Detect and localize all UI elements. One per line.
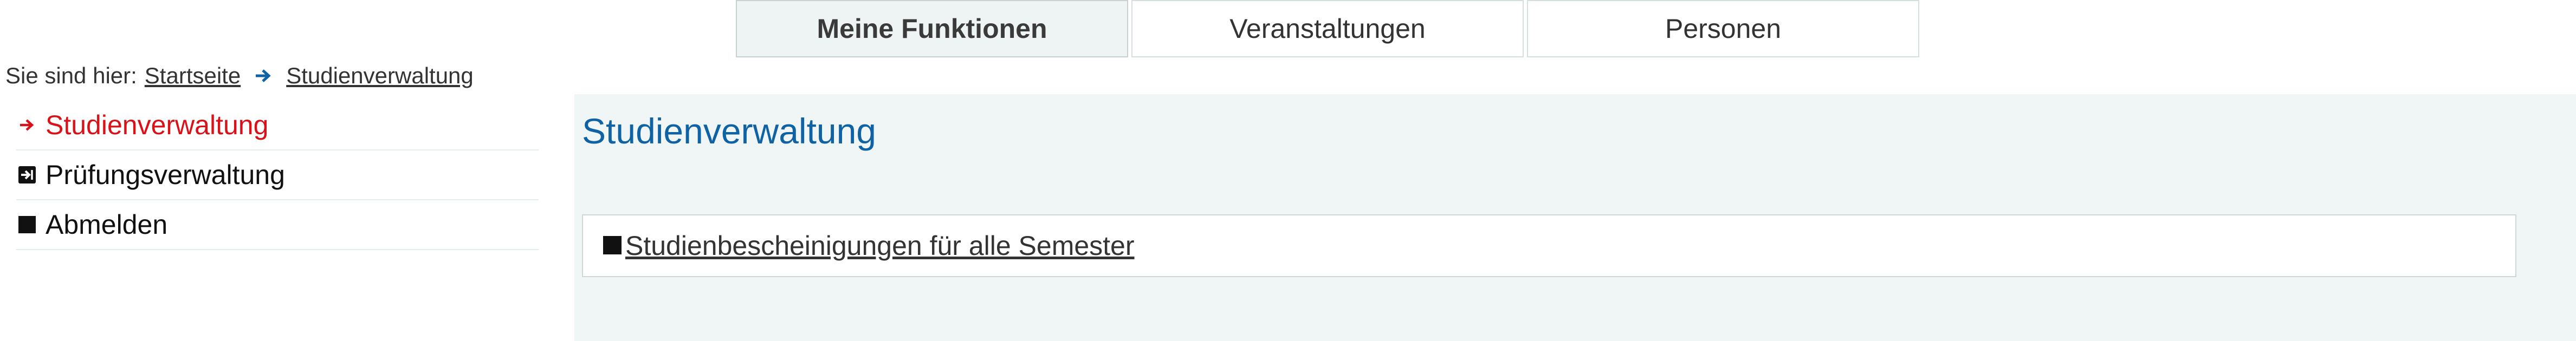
breadcrumb-link-startseite[interactable]: Startseite [145, 63, 241, 89]
tab-veranstaltungen[interactable]: Veranstaltungen [1131, 0, 1524, 57]
sidebar-item-label: Abmelden [46, 209, 168, 240]
sidebar-item-label: Studienverwaltung [46, 110, 269, 140]
tab-label: Meine Funktionen [817, 14, 1047, 44]
top-tab-bar: Meine Funktionen Veranstaltungen Persone… [736, 0, 1919, 57]
sidebar-item-pruefungsverwaltung[interactable]: Prüfungsverwaltung [16, 150, 539, 200]
breadcrumb-prefix: Sie sind hier: [5, 63, 137, 88]
link-list-item: Studienbescheinigungen für alle Semester [582, 214, 2516, 277]
sidebar-item-studienverwaltung[interactable]: Studienverwaltung [16, 101, 539, 150]
arrow-right-icon [254, 66, 273, 86]
breadcrumb: Sie sind hier: Startseite Studienverwalt… [5, 61, 474, 91]
main-content: Studienverwaltung Studienbescheinigungen… [574, 94, 2576, 341]
tab-label: Veranstaltungen [1229, 14, 1426, 44]
sidebar-item-abmelden[interactable]: Abmelden [16, 200, 539, 250]
sidebar-item-label: Prüfungsverwaltung [46, 160, 285, 190]
breadcrumb-link-studienverwaltung[interactable]: Studienverwaltung [286, 63, 474, 89]
page-title: Studienverwaltung [582, 111, 877, 151]
link-studienbescheinigungen[interactable]: Studienbescheinigungen für alle Semester [625, 230, 1135, 261]
tab-label: Personen [1665, 14, 1782, 44]
square-bullet-icon [16, 214, 38, 235]
sidebar-nav: Studienverwaltung Prüfungsverwaltung Abm… [16, 101, 539, 250]
tab-personen[interactable]: Personen [1527, 0, 1919, 57]
square-bullet-icon [603, 235, 623, 256]
arrow-right-icon [16, 114, 38, 136]
enter-box-icon [16, 164, 38, 186]
tab-meine-funktionen[interactable]: Meine Funktionen [736, 0, 1128, 57]
